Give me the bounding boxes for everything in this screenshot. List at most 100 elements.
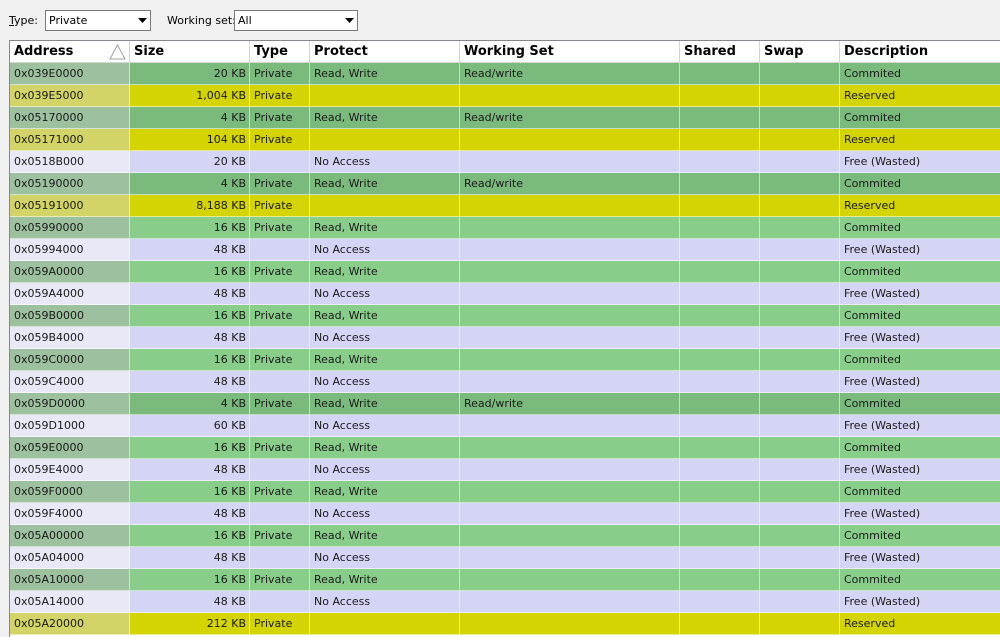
cell-shared <box>680 327 760 349</box>
table-row[interactable]: 0x05A10000 16 KB Private Read, Write Commite… <box>10 569 1000 591</box>
table-row[interactable]: 0x05170000 4 KB Private Read, Write Read/wri… <box>10 107 1000 129</box>
cell-protect: No Access <box>310 239 460 261</box>
cell-address: 0x059C0000 <box>10 349 130 371</box>
table-row[interactable]: 0x05191000 8,188 KB Private Reserved <box>10 195 1000 217</box>
cell-shared <box>680 547 760 569</box>
cell-swap <box>760 85 840 107</box>
cell-size: 16 KB <box>130 481 250 503</box>
table-row[interactable]: 0x05A00000 16 KB Private Read, Write Commite… <box>10 525 1000 547</box>
table-row[interactable]: 0x059D1000 60 KB No Access Free (Wasted) <box>10 415 1000 437</box>
table-row[interactable]: 0x05994000 48 KB No Access Free (Wasted) <box>10 239 1000 261</box>
cell-type: Private <box>250 85 310 107</box>
cell-working-set <box>460 437 680 459</box>
cell-type: Private <box>250 569 310 591</box>
cell-shared <box>680 569 760 591</box>
column-header-swap[interactable]: Swap <box>760 41 840 63</box>
cell-description: Commited <box>840 393 1000 415</box>
table-row[interactable]: 0x039E5000 1,004 KB Private Reserved <box>10 85 1000 107</box>
column-header-shared[interactable]: Shared <box>680 41 760 63</box>
cell-size: 48 KB <box>130 239 250 261</box>
cell-swap <box>760 393 840 415</box>
column-header-size[interactable]: Size <box>130 41 250 63</box>
type-filter-select[interactable]: Private <box>45 10 151 31</box>
column-header-label: Address <box>14 44 74 59</box>
table-row[interactable]: 0x05A14000 48 KB No Access Free (Wasted) <box>10 591 1000 613</box>
column-header-label: Protect <box>314 44 368 59</box>
cell-shared <box>680 459 760 481</box>
table-row[interactable]: 0x059C0000 16 KB Private Read, Write Commite… <box>10 349 1000 371</box>
cell-address: 0x059D0000 <box>10 393 130 415</box>
column-header-description[interactable]: Description <box>840 41 1000 63</box>
table-row[interactable]: 0x059E4000 48 KB No Access Free (Wasted) <box>10 459 1000 481</box>
chevron-down-icon[interactable] <box>134 12 149 29</box>
table-row[interactable]: 0x059A4000 48 KB No Access Free (Wasted) <box>10 283 1000 305</box>
table-row[interactable]: 0x05A04000 48 KB No Access Free (Wasted) <box>10 547 1000 569</box>
cell-type <box>250 283 310 305</box>
cell-shared <box>680 151 760 173</box>
cell-protect: No Access <box>310 327 460 349</box>
cell-protect: No Access <box>310 415 460 437</box>
cell-size: 48 KB <box>130 327 250 349</box>
column-header-working-set[interactable]: Working Set <box>460 41 680 63</box>
cell-description: Commited <box>840 261 1000 283</box>
table-row[interactable]: 0x05190000 4 KB Private Read, Write Read/wri… <box>10 173 1000 195</box>
cell-shared <box>680 129 760 151</box>
column-header-protect[interactable]: Protect <box>310 41 460 63</box>
table-row[interactable]: 0x059C4000 48 KB No Access Free (Wasted) <box>10 371 1000 393</box>
cell-address: 0x059F4000 <box>10 503 130 525</box>
cell-address: 0x05A20000 <box>10 613 130 635</box>
table-row[interactable]: 0x059D0000 4 KB Private Read, Write Read/wri… <box>10 393 1000 415</box>
table-row[interactable]: 0x05990000 16 KB Private Read, Write Commite… <box>10 217 1000 239</box>
cell-shared <box>680 173 760 195</box>
cell-description: Free (Wasted) <box>840 459 1000 481</box>
table-row[interactable]: 0x05171000 104 KB Private Reserved <box>10 129 1000 151</box>
cell-description: Free (Wasted) <box>840 239 1000 261</box>
table-row[interactable]: 0x05A20000 212 KB Private Reserved <box>10 613 1000 635</box>
cell-size: 48 KB <box>130 459 250 481</box>
cell-type <box>250 327 310 349</box>
working-set-filter-select[interactable]: All <box>234 10 358 31</box>
cell-swap <box>760 151 840 173</box>
table-row[interactable]: 0x059B0000 16 KB Private Read, Write Commite… <box>10 305 1000 327</box>
cell-type <box>250 503 310 525</box>
table-row[interactable]: 0x059F4000 48 KB No Access Free (Wasted) <box>10 503 1000 525</box>
table-row[interactable]: 0x059A0000 16 KB Private Read, Write Commite… <box>10 261 1000 283</box>
cell-type: Private <box>250 305 310 327</box>
cell-size: 16 KB <box>130 569 250 591</box>
cell-working-set <box>460 261 680 283</box>
cell-swap <box>760 327 840 349</box>
cell-shared <box>680 525 760 547</box>
cell-protect: No Access <box>310 283 460 305</box>
cell-description: Reserved <box>840 613 1000 635</box>
cell-protect: Read, Write <box>310 525 460 547</box>
cell-description: Commited <box>840 481 1000 503</box>
cell-type: Private <box>250 437 310 459</box>
column-header-type[interactable]: Type <box>250 41 310 63</box>
table-row[interactable]: 0x059E0000 16 KB Private Read, Write Commite… <box>10 437 1000 459</box>
cell-type <box>250 459 310 481</box>
cell-description: Free (Wasted) <box>840 415 1000 437</box>
cell-type <box>250 415 310 437</box>
cell-description: Commited <box>840 63 1000 85</box>
cell-shared <box>680 195 760 217</box>
table-row[interactable]: 0x059B4000 48 KB No Access Free (Wasted) <box>10 327 1000 349</box>
memory-regions-table[interactable]: Address Size Type Protect Working Set Shared S… <box>9 40 1000 637</box>
cell-working-set <box>460 239 680 261</box>
chevron-down-icon[interactable] <box>341 12 356 29</box>
table-row[interactable]: 0x059F0000 16 KB Private Read, Write Commite… <box>10 481 1000 503</box>
cell-shared <box>680 415 760 437</box>
cell-size: 60 KB <box>130 415 250 437</box>
column-header-label: Size <box>134 44 165 59</box>
cell-swap <box>760 107 840 129</box>
cell-protect: Read, Write <box>310 63 460 85</box>
table-row[interactable]: 0x039E0000 20 KB Private Read, Write Read/wr… <box>10 63 1000 85</box>
cell-working-set <box>460 415 680 437</box>
cell-address: 0x05170000 <box>10 107 130 129</box>
table-row[interactable]: 0x0518B000 20 KB No Access Free (Wasted) <box>10 151 1000 173</box>
cell-shared <box>680 613 760 635</box>
column-header-address[interactable]: Address <box>10 41 130 63</box>
cell-protect: Read, Write <box>310 393 460 415</box>
cell-description: Commited <box>840 525 1000 547</box>
cell-address: 0x059B0000 <box>10 305 130 327</box>
cell-shared <box>680 107 760 129</box>
